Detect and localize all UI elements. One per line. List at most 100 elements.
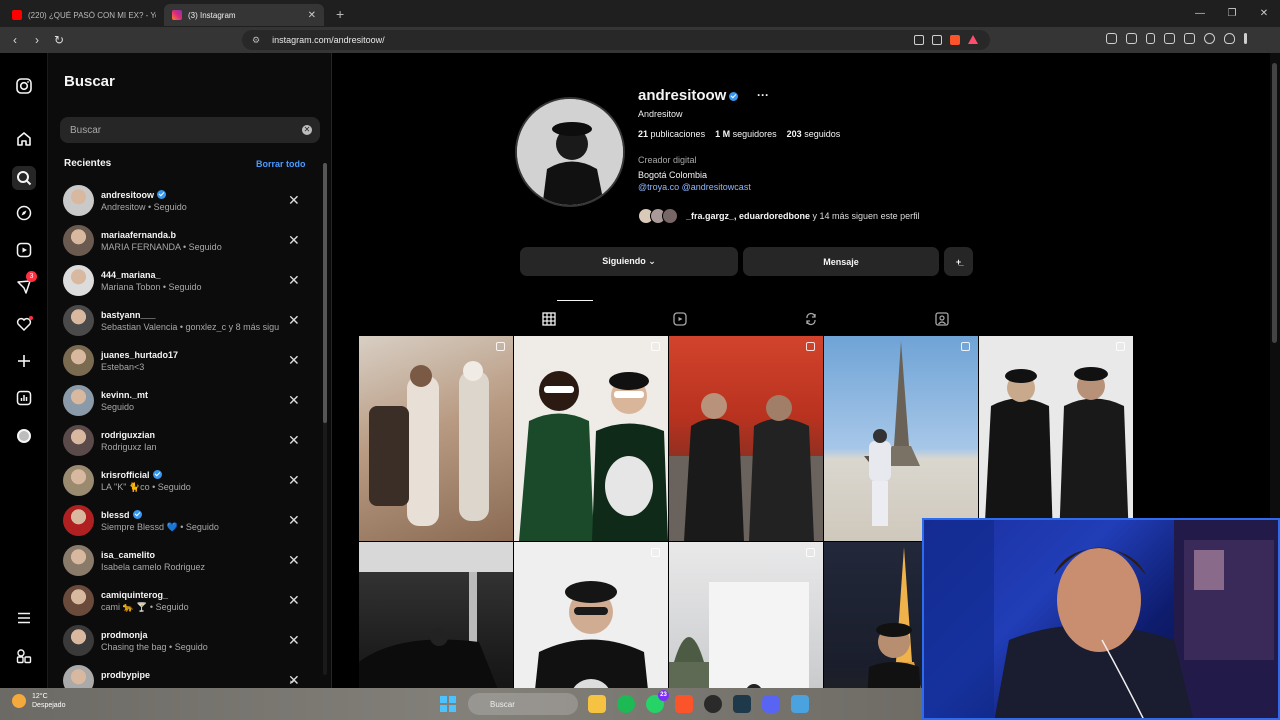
address-bar[interactable]: ⚙ instagram.com/andresitoow/: [242, 30, 990, 50]
brave-icon[interactable]: [675, 695, 693, 713]
recent-search-item[interactable]: prodmonja Chasing the bag • Seguido ✕: [48, 621, 320, 661]
post-thumbnail[interactable]: [979, 336, 1133, 541]
minimize-icon[interactable]: —: [1184, 0, 1216, 27]
messages-icon[interactable]: 3: [14, 271, 37, 297]
profile-options-button[interactable]: ···: [757, 88, 769, 102]
browser-tab-instagram[interactable]: (3) Instagram ✕: [164, 4, 324, 26]
remove-recent-icon[interactable]: ✕: [288, 632, 300, 649]
create-icon[interactable]: [14, 351, 34, 371]
profile-links[interactable]: @troya.co @andresitowcast: [638, 182, 751, 192]
discord-icon[interactable]: [762, 695, 780, 713]
screen-icon[interactable]: [914, 35, 924, 45]
profile-picture[interactable]: [515, 97, 625, 207]
dashboard-icon[interactable]: [14, 388, 34, 408]
scroll-thumb[interactable]: [323, 163, 327, 423]
scroll-thumb[interactable]: [1272, 63, 1277, 343]
more-menu-icon[interactable]: [14, 608, 34, 628]
vpn-icon[interactable]: [1224, 33, 1235, 44]
remove-recent-icon[interactable]: ✕: [288, 472, 300, 489]
reels-tab-icon[interactable]: [673, 312, 687, 326]
notifications-heart-icon[interactable]: [14, 314, 34, 334]
recent-search-item[interactable]: blessd Siempre Blessd 💙 • Seguido ✕: [48, 501, 320, 541]
menu-icon[interactable]: [1244, 33, 1247, 44]
remove-recent-icon[interactable]: ✕: [288, 312, 300, 329]
weather-widget[interactable]: 12°C Despejado: [12, 692, 65, 710]
explore-icon[interactable]: [14, 203, 34, 223]
back-icon[interactable]: ‹: [5, 33, 25, 47]
post-thumbnail[interactable]: [514, 336, 668, 541]
restore-icon[interactable]: ❐: [1216, 0, 1248, 27]
new-tab-button[interactable]: +: [336, 6, 344, 22]
suggest-user-button[interactable]: +̲: [944, 247, 973, 276]
recent-search-item[interactable]: bastyann___ Sebastian Valencia • gonxlez_…: [48, 301, 320, 341]
share-icon[interactable]: [932, 35, 942, 45]
followers-stat[interactable]: 1 M seguidores: [715, 129, 777, 139]
scroll-down-icon[interactable]: ⌄: [288, 675, 296, 686]
following-stat[interactable]: 203 seguidos: [787, 129, 841, 139]
leo-ai-icon[interactable]: [1204, 33, 1215, 44]
folder-icon[interactable]: [588, 695, 606, 713]
recent-search-item[interactable]: krisrofficial LA "K" 🐈co • Seguido ✕: [48, 461, 320, 501]
remove-recent-icon[interactable]: ✕: [288, 352, 300, 369]
clear-search-icon[interactable]: ✕: [302, 125, 312, 135]
music-icon[interactable]: [1146, 33, 1155, 44]
home-icon[interactable]: [14, 129, 34, 149]
posts-grid-icon[interactable]: [542, 312, 556, 326]
recent-search-item[interactable]: juanes_hurtado17 Esteban<3 ✕: [48, 341, 320, 381]
sidebar-icon[interactable]: [1164, 33, 1175, 44]
remove-recent-icon[interactable]: ✕: [288, 432, 300, 449]
search-panel-scrollbar[interactable]: [322, 153, 328, 685]
recent-search-item[interactable]: 444_mariana_ Mariana Tobon • Seguido ✕: [48, 261, 320, 301]
site-info-icon[interactable]: ⚙: [252, 35, 260, 46]
message-button[interactable]: Mensaje: [743, 247, 939, 276]
instagram-logo-icon[interactable]: [14, 76, 34, 96]
clear-all-button[interactable]: Borrar todo: [256, 159, 306, 169]
post-thumbnail[interactable]: [514, 542, 668, 688]
forward-icon[interactable]: ›: [27, 33, 47, 47]
notepad-icon[interactable]: [791, 695, 809, 713]
wallet-icon[interactable]: [1184, 33, 1195, 44]
screenshot-icon[interactable]: [1126, 33, 1137, 44]
remove-recent-icon[interactable]: ✕: [288, 392, 300, 409]
remove-recent-icon[interactable]: ✕: [288, 192, 300, 209]
remove-recent-icon[interactable]: ✕: [288, 232, 300, 249]
remove-recent-icon[interactable]: ✕: [288, 552, 300, 569]
recent-search-item[interactable]: andresitoow Andresitow • Seguido ✕: [48, 181, 320, 221]
reposts-tab-icon[interactable]: [804, 312, 818, 326]
post-thumbnail[interactable]: [824, 336, 978, 541]
recent-search-item[interactable]: mariaafernanda.b MARIA FERNANDA • Seguido…: [48, 221, 320, 261]
brave-rewards-icon[interactable]: [968, 35, 978, 44]
recent-search-item[interactable]: kevinn._mt Seguido ✕: [48, 381, 320, 421]
reels-icon[interactable]: [14, 240, 34, 260]
reload-icon[interactable]: ↻: [49, 33, 69, 47]
whatsapp-icon[interactable]: 23: [646, 690, 669, 713]
followed-by[interactable]: _fra.gargz_, eduardoredbone y 14 más sig…: [638, 208, 920, 224]
post-thumbnail[interactable]: [359, 336, 513, 541]
post-thumbnail[interactable]: [669, 542, 823, 688]
recent-search-item[interactable]: rodriguxzian Rodriguxz Ian ✕: [48, 421, 320, 461]
post-thumbnail[interactable]: [669, 336, 823, 541]
recent-search-item[interactable]: isa_camelito Isabela camelo Rodriguez ✕: [48, 541, 320, 581]
remove-recent-icon[interactable]: ✕: [288, 272, 300, 289]
extensions-icon[interactable]: [1106, 33, 1117, 44]
remove-recent-icon[interactable]: ✕: [288, 592, 300, 609]
meta-apps-icon[interactable]: [14, 646, 34, 666]
recent-search-item[interactable]: camiquinterog_ cami 🐆 🍸 • Seguido ✕: [48, 581, 320, 621]
brave-shield-icon[interactable]: [950, 35, 960, 45]
search-input[interactable]: Buscar ✕: [60, 117, 320, 143]
terminal-icon[interactable]: [733, 695, 751, 713]
remove-recent-icon[interactable]: ✕: [288, 512, 300, 529]
app-icon[interactable]: [704, 695, 722, 713]
tagged-tab-icon[interactable]: [935, 312, 949, 326]
recent-search-item[interactable]: prodbypipe ✕: [48, 661, 320, 688]
profile-avatar-icon[interactable]: [14, 426, 34, 446]
search-icon[interactable]: [12, 166, 36, 190]
browser-tab-youtube[interactable]: (220) ¿QUÉ PASÓ CON MI EX? - YouTube: [4, 4, 164, 26]
spotify-icon[interactable]: [617, 695, 635, 713]
following-button[interactable]: Siguiendo ⌄: [520, 247, 738, 276]
post-thumbnail[interactable]: [359, 542, 513, 688]
windows-start-icon[interactable]: [440, 696, 456, 712]
taskbar-search[interactable]: Buscar: [468, 693, 578, 715]
close-window-icon[interactable]: ✕: [1248, 0, 1280, 27]
close-tab-icon[interactable]: ✕: [308, 10, 316, 21]
